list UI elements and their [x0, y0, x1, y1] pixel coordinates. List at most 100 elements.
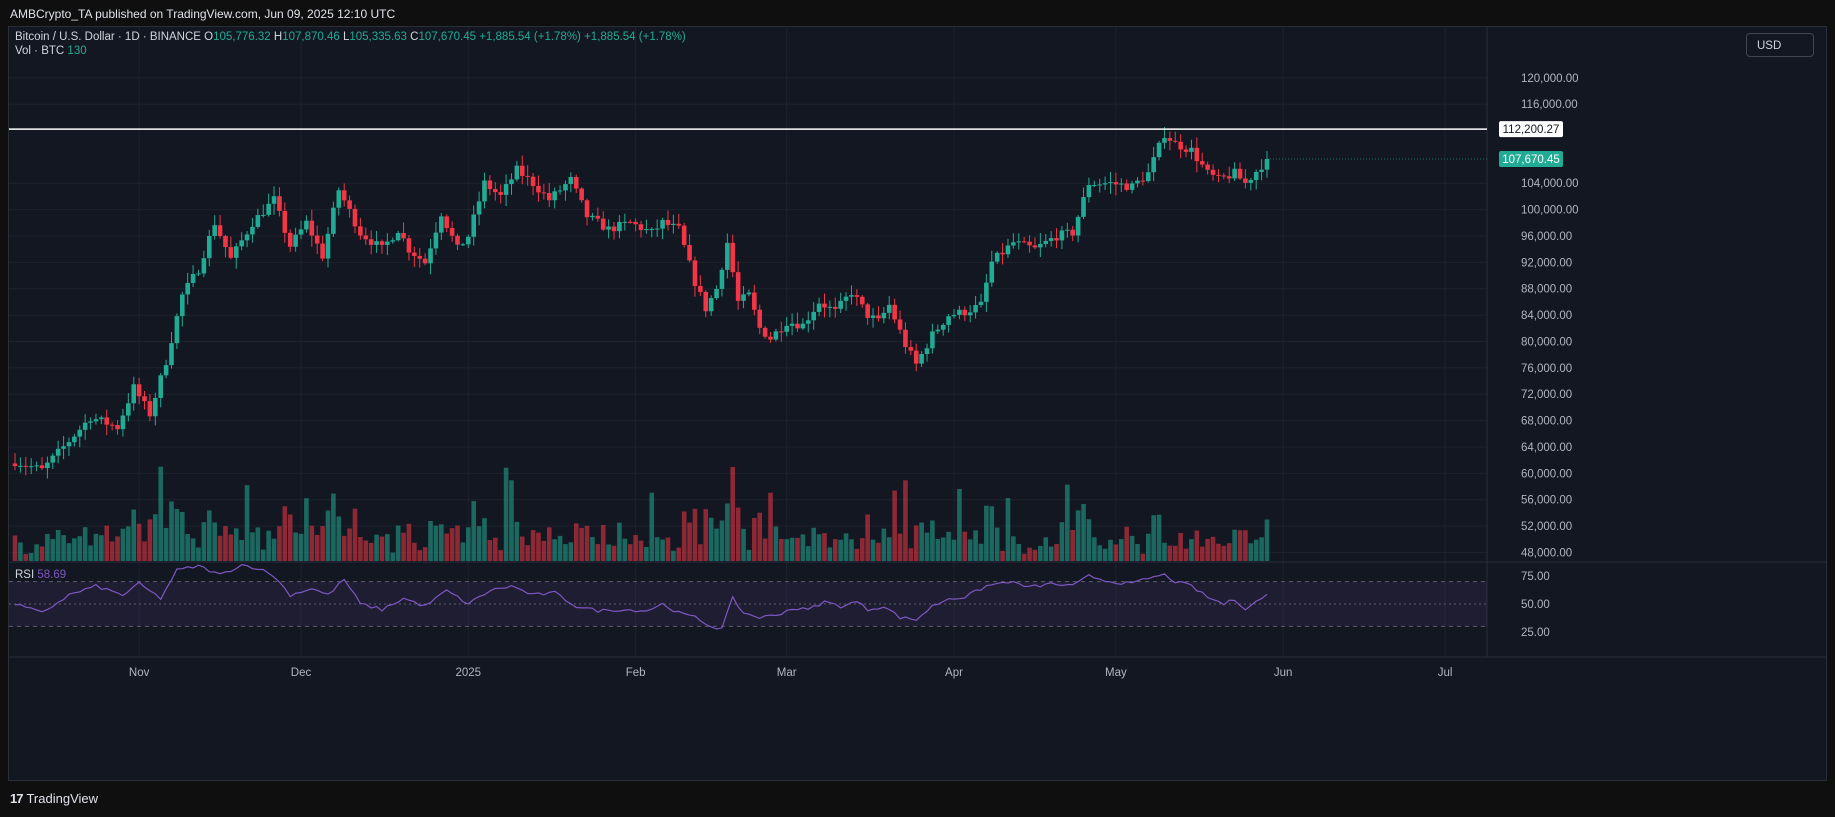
price-axis-label: 88,000.00: [1521, 284, 1572, 296]
chart-panel[interactable]: 120,000.00 116,000.00 104,000.00 100,000.00…: [8, 26, 1827, 781]
volume-bar: [1070, 529, 1076, 561]
volume-bar: [590, 537, 595, 561]
candle-body: [1253, 171, 1259, 180]
volume-bar: [584, 525, 590, 561]
volume-bar: [838, 539, 843, 561]
volume-bar: [368, 542, 374, 561]
volume-bar: [660, 539, 665, 561]
volume-bar: [1108, 539, 1113, 561]
candle-body: [525, 175, 530, 177]
volume-bar: [88, 545, 93, 561]
volume-bar: [940, 537, 946, 561]
candle-body: [196, 273, 201, 275]
candle-body: [50, 455, 56, 463]
tradingview-logo[interactable]: 17 TradingView: [10, 791, 98, 806]
time-axis-label: 2025: [456, 667, 482, 679]
candle-body: [859, 296, 865, 305]
candle-body: [341, 190, 347, 201]
volume-bar: [654, 537, 660, 561]
volume-bar: [633, 534, 638, 561]
volume-bar: [1059, 522, 1065, 561]
price-axis-label: 96,000.00: [1521, 231, 1572, 243]
volume-bar: [271, 538, 277, 561]
volume-bar: [147, 519, 153, 561]
volume-bar: [805, 546, 811, 561]
change-value-2: +1,885.54 (+1.78%): [584, 31, 686, 43]
volume-bar: [158, 466, 164, 561]
volume-bar: [244, 485, 250, 561]
volume-bar: [201, 522, 207, 561]
volume-bar: [455, 525, 460, 561]
volume-bar: [541, 540, 547, 561]
candle-body: [886, 304, 892, 313]
candle-body: [1102, 183, 1108, 185]
ohlc-legend: Bitcoin / U.S. Dollar · 1D · BINANCE O10…: [15, 31, 686, 43]
volume-bar: [412, 542, 417, 561]
volume-bar: [503, 467, 509, 561]
volume-bar: [212, 522, 217, 561]
volume-bar: [1129, 535, 1135, 561]
candle-body: [1243, 178, 1248, 183]
candle-body: [433, 232, 439, 249]
volume-bar: [476, 526, 482, 561]
candle-body: [88, 421, 93, 423]
candle-body: [385, 241, 390, 245]
candle-body: [579, 188, 584, 201]
candle-body: [892, 304, 897, 320]
volume-bar: [854, 548, 860, 561]
candle-body: [390, 240, 396, 242]
candle-body: [1059, 230, 1065, 241]
volume-bar: [498, 550, 503, 561]
candle-body: [600, 218, 606, 230]
volume-bar: [126, 526, 131, 561]
volume-bar: [606, 544, 611, 561]
candle-body: [325, 233, 331, 259]
volume-bar: [703, 509, 709, 561]
candle-body: [1145, 172, 1151, 182]
candle-body: [514, 165, 520, 180]
volume-bar: [573, 523, 579, 561]
candle-body: [466, 236, 471, 245]
volume-bar: [266, 530, 271, 561]
volume-bar: [892, 490, 897, 561]
candle-body: [1178, 141, 1183, 150]
volume-bar: [433, 525, 439, 561]
time-axis-label: Nov: [129, 667, 150, 679]
price-axis-label: 80,000.00: [1521, 336, 1572, 348]
candle-body: [692, 260, 698, 287]
candle-body: [347, 200, 352, 209]
candle-body: [665, 219, 671, 225]
volume-bar: [331, 493, 336, 561]
candle-body: [228, 247, 234, 258]
candle-body: [913, 350, 919, 364]
volume-bar: [1140, 553, 1146, 561]
volume-value: 130: [67, 45, 87, 57]
volume-bar: [1172, 545, 1178, 561]
candle-body: [779, 331, 784, 333]
price-chart[interactable]: 120,000.00 116,000.00 104,000.00 100,000.00…: [9, 27, 1827, 781]
volume-bar: [341, 535, 347, 561]
candle-body: [563, 184, 568, 191]
candle-body: [784, 325, 790, 332]
volume-bar: [1221, 545, 1227, 561]
candle-body: [509, 179, 514, 185]
candle-body: [730, 242, 736, 273]
candle-body: [698, 286, 703, 292]
volume-bar: [849, 539, 854, 561]
volume-bar: [28, 552, 34, 561]
volume-bar: [773, 526, 779, 561]
volume-bar: [1167, 545, 1173, 561]
volume-bar: [401, 532, 406, 561]
candle-body: [287, 232, 293, 247]
volume-bar: [379, 536, 385, 561]
candle-body: [908, 347, 914, 351]
volume-bar: [665, 537, 671, 561]
volume-bar: [757, 512, 763, 561]
currency-button[interactable]: USD: [1746, 33, 1814, 57]
volume-bar: [395, 525, 401, 561]
candle-body: [638, 224, 644, 231]
candle-body: [1027, 241, 1032, 246]
candle-body: [1097, 184, 1103, 186]
volume-bar: [1075, 510, 1081, 561]
volume-bar: [1243, 530, 1248, 561]
